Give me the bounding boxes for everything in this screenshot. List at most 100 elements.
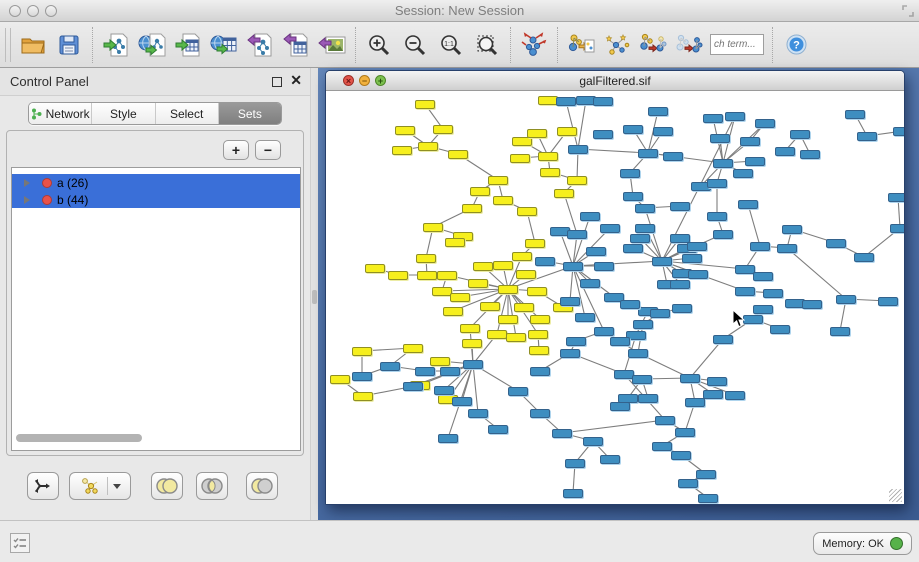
graph-node[interactable] <box>352 372 372 381</box>
graph-node[interactable] <box>890 224 904 233</box>
graph-node[interactable] <box>663 152 683 161</box>
graph-node[interactable] <box>735 287 755 296</box>
graph-node[interactable] <box>440 367 460 376</box>
graph-node[interactable] <box>417 271 437 280</box>
graph-node[interactable] <box>560 349 580 358</box>
graph-node[interactable] <box>423 223 443 232</box>
graph-node[interactable] <box>750 242 770 251</box>
graph-node[interactable] <box>770 325 790 334</box>
graph-node[interactable] <box>463 360 483 369</box>
graph-node[interactable] <box>713 159 733 168</box>
add-set-button[interactable]: + <box>223 140 249 160</box>
graph-node[interactable] <box>678 479 698 488</box>
graph-node[interactable] <box>580 279 600 288</box>
graph-node[interactable] <box>554 189 574 198</box>
export-network-button[interactable] <box>242 26 278 64</box>
graph-node[interactable] <box>565 459 585 468</box>
graph-node[interactable] <box>488 176 508 185</box>
graph-node[interactable] <box>630 234 650 243</box>
graph-node[interactable] <box>568 145 588 154</box>
memory-status-button[interactable]: Memory: OK <box>813 532 912 555</box>
graph-node[interactable] <box>437 271 457 280</box>
graph-node[interactable] <box>614 370 634 379</box>
graph-node[interactable] <box>445 238 465 247</box>
graph-node[interactable] <box>468 279 488 288</box>
graph-node[interactable] <box>352 347 372 356</box>
graph-node[interactable] <box>745 157 765 166</box>
graph-node[interactable] <box>836 295 856 304</box>
graph-node[interactable] <box>672 304 692 313</box>
graph-node[interactable] <box>670 280 690 289</box>
graph-node[interactable] <box>725 112 745 121</box>
zoom-in-button[interactable] <box>361 26 397 64</box>
graph-node[interactable] <box>593 97 613 106</box>
graph-node[interactable] <box>623 192 643 201</box>
import-network-web-button[interactable] <box>134 26 170 64</box>
graph-node[interactable] <box>753 272 773 281</box>
graph-node[interactable] <box>703 114 723 123</box>
graph-node[interactable] <box>594 327 614 336</box>
graph-node[interactable] <box>800 150 820 159</box>
graph-node[interactable] <box>740 137 760 146</box>
graph-node[interactable] <box>512 137 532 146</box>
graph-node[interactable] <box>653 127 673 136</box>
graph-node[interactable] <box>556 97 576 106</box>
graph-node[interactable] <box>566 337 586 346</box>
graph-node[interactable] <box>487 330 507 339</box>
graph-node[interactable] <box>782 225 802 234</box>
graph-node[interactable] <box>707 179 727 188</box>
graph-node[interactable] <box>470 187 490 196</box>
graph-node[interactable] <box>610 337 630 346</box>
network-window-titlebar[interactable]: × − + galFiltered.sif <box>326 71 904 91</box>
graph-node[interactable] <box>434 386 454 395</box>
unhide-all-button[interactable] <box>671 26 707 64</box>
graph-node[interactable] <box>392 146 412 155</box>
graph-node[interactable] <box>395 126 415 135</box>
graph-node[interactable] <box>600 455 620 464</box>
create-set-from-network-button[interactable] <box>69 472 131 500</box>
graph-node[interactable] <box>738 200 758 209</box>
graph-node[interactable] <box>623 244 643 253</box>
graph-node[interactable] <box>777 244 797 253</box>
save-session-button[interactable] <box>51 26 87 64</box>
graph-node[interactable] <box>763 289 783 298</box>
graph-node[interactable] <box>488 425 508 434</box>
task-history-button[interactable] <box>10 533 30 553</box>
sets-list[interactable]: a (26) b (44) <box>11 167 301 451</box>
graph-node[interactable] <box>540 168 560 177</box>
graph-node[interactable] <box>675 428 695 437</box>
graph-node[interactable] <box>696 470 716 479</box>
export-image-button[interactable] <box>314 26 350 64</box>
export-table-button[interactable] <box>278 26 314 64</box>
graph-node[interactable] <box>733 169 753 178</box>
help-button[interactable]: ? <box>778 26 814 64</box>
graph-node[interactable] <box>635 204 655 213</box>
graph-node[interactable] <box>433 125 453 134</box>
toolbar-grip[interactable] <box>5 28 11 62</box>
graph-node[interactable] <box>510 154 530 163</box>
intersect-sets-button[interactable] <box>196 472 228 500</box>
set-row-b[interactable]: b (44) <box>12 191 300 208</box>
select-first-neighbors-button[interactable] <box>599 26 635 64</box>
graph-node[interactable] <box>450 293 470 302</box>
graph-node[interactable] <box>468 409 488 418</box>
graph-node[interactable] <box>516 270 536 279</box>
show-selected-button[interactable] <box>635 26 671 64</box>
graph-node[interactable] <box>527 287 547 296</box>
graph-node[interactable] <box>878 297 898 306</box>
hide-selected-button[interactable] <box>563 26 599 64</box>
graph-node[interactable] <box>680 374 700 383</box>
graph-node[interactable] <box>493 196 513 205</box>
graph-node[interactable] <box>610 402 630 411</box>
tab-select[interactable]: Select <box>156 103 219 124</box>
split-set-button[interactable] <box>27 472 59 500</box>
graph-node[interactable] <box>623 125 643 134</box>
graph-node[interactable] <box>703 390 723 399</box>
remove-set-button[interactable]: − <box>255 140 281 160</box>
graph-node[interactable] <box>527 129 547 138</box>
graph-node[interactable] <box>563 262 583 271</box>
graph-node[interactable] <box>826 239 846 248</box>
graph-node[interactable] <box>438 434 458 443</box>
graph-node[interactable] <box>671 451 691 460</box>
graph-node[interactable] <box>586 247 606 256</box>
